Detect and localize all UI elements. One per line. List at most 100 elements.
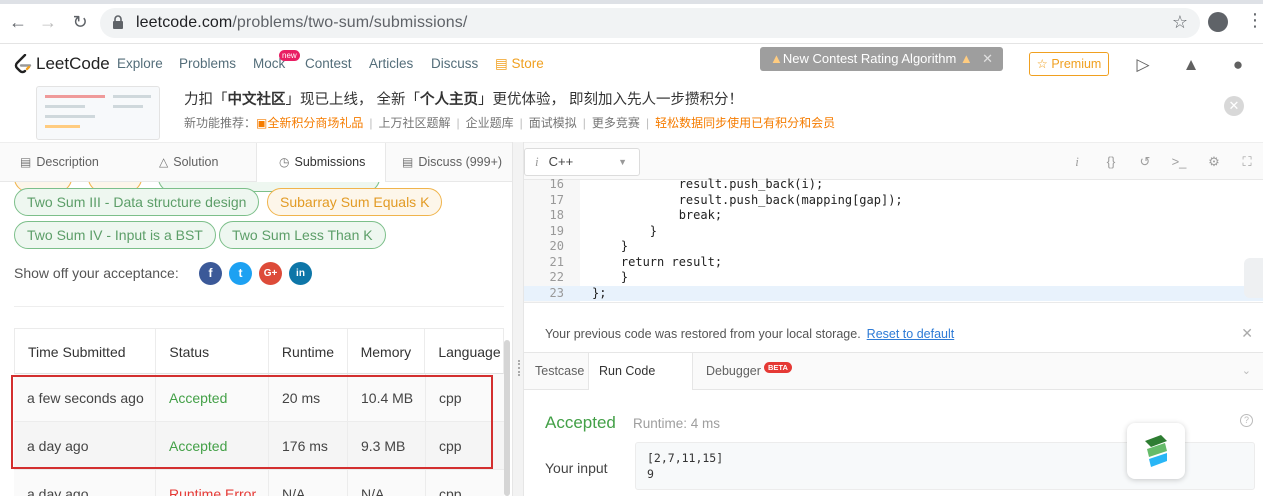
- nav-contest[interactable]: Contest: [305, 56, 352, 71]
- line-number: 21: [549, 254, 564, 269]
- info-icon[interactable]: i: [1068, 153, 1086, 171]
- beta-badge: BETA: [764, 362, 792, 373]
- feature-link[interactable]: 全新积分商场礼品: [267, 114, 363, 131]
- reload-icon[interactable]: ↻: [70, 12, 90, 32]
- table-row[interactable]: a day ago Runtime Error N/A N/A cpp: [14, 470, 504, 496]
- headline-bold: 个人主页: [420, 92, 479, 108]
- feature-link[interactable]: 轻松数据同步使用已有积分和会员: [655, 114, 835, 131]
- column-header[interactable]: Status: [156, 329, 269, 373]
- feature-link[interactable]: 上万社区题解: [379, 114, 451, 131]
- tab-testcase[interactable]: Testcase: [535, 353, 584, 390]
- close-icon[interactable]: ✕: [1241, 325, 1253, 342]
- browser-toolbar: ← → ↻ leetcode.com/problems/two-sum/subm…: [0, 0, 1263, 44]
- fire-icon: ▲: [959, 51, 973, 66]
- code-line: 20 }: [524, 239, 1263, 255]
- editor-toolbar: i C++ ▼ i {} ↺ >_ ⚙ ⛶: [524, 142, 1263, 180]
- google-plus-icon[interactable]: G+: [259, 262, 282, 285]
- code-text: result.push_back(mapping[gap]);: [592, 192, 903, 207]
- fullscreen-icon[interactable]: ⛶: [1238, 153, 1256, 171]
- facebook-icon[interactable]: f: [199, 262, 222, 285]
- braces-icon[interactable]: {}: [1102, 153, 1120, 171]
- floating-widget[interactable]: [1127, 423, 1185, 479]
- banner-close-icon[interactable]: ✕: [1224, 96, 1244, 116]
- linkedin-icon[interactable]: in: [289, 262, 312, 285]
- highlight-annotation-box: [11, 375, 493, 469]
- user-avatar-icon[interactable]: ●: [1228, 55, 1248, 75]
- left-panel-scrollbar[interactable]: [504, 340, 510, 496]
- table-header: Time Submitted Status Runtime Memory Lan…: [14, 328, 504, 374]
- nav-articles[interactable]: Articles: [369, 56, 413, 71]
- forward-icon[interactable]: →: [38, 12, 58, 32]
- nav-problems[interactable]: Problems: [179, 56, 236, 71]
- restore-message: Your previous code was restored from you…: [545, 327, 954, 341]
- premium-label: Premium: [1051, 57, 1102, 71]
- chevron-down-icon[interactable]: ⌄: [1242, 364, 1251, 377]
- widget-logo-icon: [1145, 435, 1167, 467]
- site-navbar: LeetCode Explore Problems Mock new Conte…: [0, 44, 1263, 84]
- contest-announcement-pill[interactable]: ▲New Contest Rating Algorithm ▲ ✕: [760, 47, 1003, 71]
- column-header[interactable]: Memory: [348, 329, 426, 373]
- reset-icon[interactable]: ↺: [1136, 153, 1154, 171]
- column-header[interactable]: Runtime: [269, 329, 348, 373]
- store-icon: ▤: [495, 56, 512, 71]
- browser-menu-icon[interactable]: ⋮: [1246, 10, 1263, 30]
- playground-icon[interactable]: ▷: [1133, 55, 1153, 75]
- language-select[interactable]: i C++ ▼: [524, 148, 640, 176]
- bell-icon[interactable]: ▲: [1181, 55, 1201, 75]
- status-link[interactable]: Runtime Error: [156, 470, 269, 496]
- tab-description[interactable]: ▤ Description: [20, 143, 99, 183]
- logo-text: LeetCode: [36, 54, 110, 73]
- related-tag[interactable]: Subarray Sum Equals K: [267, 188, 443, 216]
- feature-link[interactable]: 企业题库: [466, 114, 514, 131]
- related-tag[interactable]: Two Sum IV - Input is a BST: [14, 221, 216, 249]
- profile-avatar-icon[interactable]: [1208, 12, 1228, 32]
- panel-splitter[interactable]: [512, 142, 524, 496]
- nav-store[interactable]: ▤ Store: [495, 56, 544, 72]
- nav-explore[interactable]: Explore: [117, 56, 163, 71]
- bookmark-star-icon[interactable]: ☆: [1172, 12, 1188, 33]
- feature-link[interactable]: 更多竞赛: [592, 114, 640, 131]
- feature-link[interactable]: 面试模拟: [529, 114, 577, 131]
- nav-discuss[interactable]: Discuss: [431, 56, 478, 71]
- back-icon[interactable]: ←: [8, 12, 28, 32]
- memory-cell: N/A: [348, 470, 426, 496]
- headline-part: 」更优体验， 即刻加入先人一步攒积分！: [478, 92, 744, 108]
- leetcode-logo[interactable]: LeetCode: [14, 54, 110, 74]
- line-number: 17: [549, 192, 564, 207]
- url-host: leetcode.com: [136, 14, 233, 31]
- flask-icon: △: [159, 155, 169, 169]
- tab-discuss[interactable]: ▤ Discuss (999+): [402, 143, 502, 183]
- fire-icon: ▲: [770, 51, 783, 66]
- document-icon: ▤: [20, 155, 32, 169]
- code-text: }: [592, 239, 629, 253]
- terminal-icon[interactable]: >_: [1170, 153, 1188, 171]
- code-text: result.push_back(i);: [592, 177, 824, 191]
- announcement-banner: 力扣「中文社区」现已上线， 全新「个人主页」更优体验， 即刻加入先人一步攒积分！…: [0, 84, 1263, 142]
- close-icon[interactable]: ✕: [982, 47, 993, 71]
- clock-icon: ◷: [279, 155, 290, 169]
- address-bar[interactable]: leetcode.com/problems/two-sum/submission…: [100, 8, 1200, 38]
- column-header[interactable]: Language: [425, 329, 503, 373]
- url-text: leetcode.com/problems/two-sum/submission…: [136, 14, 467, 32]
- column-header[interactable]: Time Submitted: [15, 329, 157, 373]
- related-tag[interactable]: Two Sum III - Data structure design: [14, 188, 260, 216]
- share-label: Show off your acceptance:: [14, 265, 179, 281]
- leetcode-logo-icon: [14, 54, 32, 74]
- tab-label: Description: [36, 155, 99, 169]
- drag-handle-icon[interactable]: [518, 360, 520, 376]
- tab-solution[interactable]: △ Solution: [159, 143, 218, 183]
- features-label: 新功能推荐：: [184, 116, 257, 130]
- tab-label: Submissions: [294, 155, 366, 169]
- related-tag[interactable]: Two Sum Less Than K: [219, 221, 386, 249]
- tab-label: Solution: [173, 155, 219, 169]
- reset-to-default-link[interactable]: Reset to default: [867, 327, 955, 341]
- tab-debugger[interactable]: Debugger: [706, 353, 761, 390]
- side-widget-tab[interactable]: [1244, 258, 1263, 298]
- tab-submissions[interactable]: ◷ Submissions: [256, 143, 386, 183]
- code-editor[interactable]: 16 result.push_back(i); 17 result.push_b…: [524, 177, 1263, 302]
- twitter-icon[interactable]: t: [229, 262, 252, 285]
- tab-run-code-result[interactable]: Run Code Result: [588, 353, 693, 415]
- settings-icon[interactable]: ⚙: [1205, 153, 1223, 171]
- premium-button[interactable]: ☆ Premium: [1029, 52, 1109, 76]
- help-icon[interactable]: ?: [1240, 414, 1253, 427]
